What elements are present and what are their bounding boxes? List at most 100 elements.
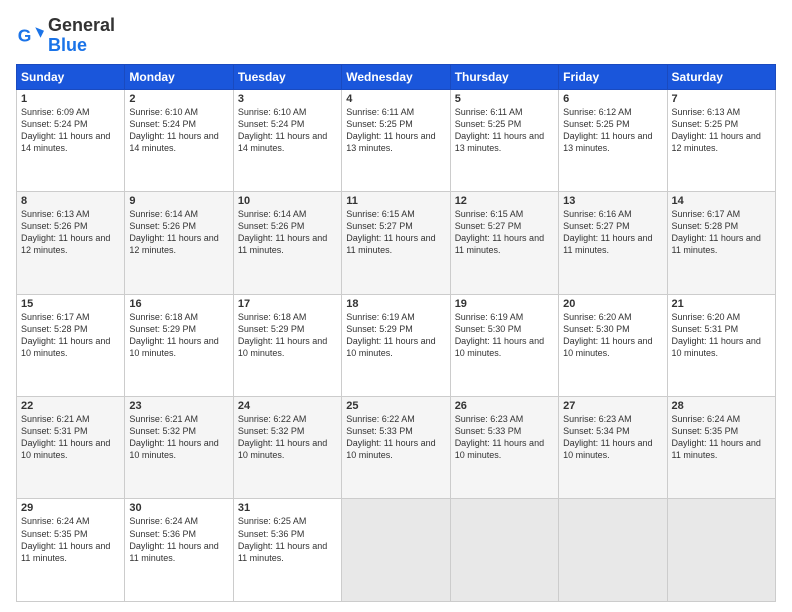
day-info: Sunrise: 6:20 AMSunset: 5:31 PMDaylight:… bbox=[672, 311, 771, 360]
calendar-cell: 23Sunrise: 6:21 AMSunset: 5:32 PMDayligh… bbox=[125, 397, 233, 499]
day-number: 10 bbox=[238, 195, 337, 207]
calendar-day-header: Saturday bbox=[667, 64, 775, 89]
calendar-cell: 10Sunrise: 6:14 AMSunset: 5:26 PMDayligh… bbox=[233, 192, 341, 294]
day-number: 22 bbox=[21, 400, 120, 412]
day-info: Sunrise: 6:22 AMSunset: 5:33 PMDaylight:… bbox=[346, 413, 445, 462]
day-number: 3 bbox=[238, 93, 337, 105]
day-info: Sunrise: 6:15 AMSunset: 5:27 PMDaylight:… bbox=[346, 208, 445, 257]
calendar-day-header: Sunday bbox=[17, 64, 125, 89]
day-info: Sunrise: 6:10 AMSunset: 5:24 PMDaylight:… bbox=[238, 106, 337, 155]
day-number: 17 bbox=[238, 298, 337, 310]
day-number: 13 bbox=[563, 195, 662, 207]
day-info: Sunrise: 6:24 AMSunset: 5:36 PMDaylight:… bbox=[129, 515, 228, 564]
day-number: 31 bbox=[238, 502, 337, 514]
svg-text:G: G bbox=[18, 25, 32, 45]
calendar-cell: 22Sunrise: 6:21 AMSunset: 5:31 PMDayligh… bbox=[17, 397, 125, 499]
day-number: 28 bbox=[672, 400, 771, 412]
day-info: Sunrise: 6:11 AMSunset: 5:25 PMDaylight:… bbox=[346, 106, 445, 155]
day-number: 9 bbox=[129, 195, 228, 207]
calendar-cell: 2Sunrise: 6:10 AMSunset: 5:24 PMDaylight… bbox=[125, 89, 233, 191]
day-info: Sunrise: 6:24 AMSunset: 5:35 PMDaylight:… bbox=[672, 413, 771, 462]
calendar-cell bbox=[559, 499, 667, 602]
day-number: 23 bbox=[129, 400, 228, 412]
day-number: 20 bbox=[563, 298, 662, 310]
day-info: Sunrise: 6:11 AMSunset: 5:25 PMDaylight:… bbox=[455, 106, 554, 155]
calendar-cell: 13Sunrise: 6:16 AMSunset: 5:27 PMDayligh… bbox=[559, 192, 667, 294]
calendar-cell bbox=[342, 499, 450, 602]
calendar-cell bbox=[667, 499, 775, 602]
calendar-body: 1Sunrise: 6:09 AMSunset: 5:24 PMDaylight… bbox=[17, 89, 776, 601]
calendar-cell: 24Sunrise: 6:22 AMSunset: 5:32 PMDayligh… bbox=[233, 397, 341, 499]
day-number: 12 bbox=[455, 195, 554, 207]
day-number: 16 bbox=[129, 298, 228, 310]
day-number: 1 bbox=[21, 93, 120, 105]
day-number: 21 bbox=[672, 298, 771, 310]
day-info: Sunrise: 6:22 AMSunset: 5:32 PMDaylight:… bbox=[238, 413, 337, 462]
day-number: 24 bbox=[238, 400, 337, 412]
day-number: 11 bbox=[346, 195, 445, 207]
calendar-day-header: Monday bbox=[125, 64, 233, 89]
calendar-cell: 1Sunrise: 6:09 AMSunset: 5:24 PMDaylight… bbox=[17, 89, 125, 191]
day-number: 7 bbox=[672, 93, 771, 105]
calendar-cell: 20Sunrise: 6:20 AMSunset: 5:30 PMDayligh… bbox=[559, 294, 667, 396]
calendar-cell: 19Sunrise: 6:19 AMSunset: 5:30 PMDayligh… bbox=[450, 294, 558, 396]
calendar-day-header: Friday bbox=[559, 64, 667, 89]
day-info: Sunrise: 6:24 AMSunset: 5:35 PMDaylight:… bbox=[21, 515, 120, 564]
day-info: Sunrise: 6:13 AMSunset: 5:25 PMDaylight:… bbox=[672, 106, 771, 155]
calendar-cell: 4Sunrise: 6:11 AMSunset: 5:25 PMDaylight… bbox=[342, 89, 450, 191]
day-info: Sunrise: 6:13 AMSunset: 5:26 PMDaylight:… bbox=[21, 208, 120, 257]
day-number: 14 bbox=[672, 195, 771, 207]
day-info: Sunrise: 6:20 AMSunset: 5:30 PMDaylight:… bbox=[563, 311, 662, 360]
calendar-day-header: Thursday bbox=[450, 64, 558, 89]
day-number: 29 bbox=[21, 502, 120, 514]
calendar-cell: 27Sunrise: 6:23 AMSunset: 5:34 PMDayligh… bbox=[559, 397, 667, 499]
day-info: Sunrise: 6:10 AMSunset: 5:24 PMDaylight:… bbox=[129, 106, 228, 155]
calendar-cell: 7Sunrise: 6:13 AMSunset: 5:25 PMDaylight… bbox=[667, 89, 775, 191]
calendar-day-header: Tuesday bbox=[233, 64, 341, 89]
calendar-cell: 11Sunrise: 6:15 AMSunset: 5:27 PMDayligh… bbox=[342, 192, 450, 294]
day-info: Sunrise: 6:14 AMSunset: 5:26 PMDaylight:… bbox=[129, 208, 228, 257]
page: G GeneralBlue SundayMondayTuesdayWednesd… bbox=[0, 0, 792, 612]
calendar: SundayMondayTuesdayWednesdayThursdayFrid… bbox=[16, 64, 776, 602]
calendar-cell: 30Sunrise: 6:24 AMSunset: 5:36 PMDayligh… bbox=[125, 499, 233, 602]
calendar-cell: 6Sunrise: 6:12 AMSunset: 5:25 PMDaylight… bbox=[559, 89, 667, 191]
header: G GeneralBlue bbox=[16, 16, 776, 56]
calendar-cell: 17Sunrise: 6:18 AMSunset: 5:29 PMDayligh… bbox=[233, 294, 341, 396]
day-number: 26 bbox=[455, 400, 554, 412]
calendar-cell: 18Sunrise: 6:19 AMSunset: 5:29 PMDayligh… bbox=[342, 294, 450, 396]
calendar-cell bbox=[450, 499, 558, 602]
logo: G GeneralBlue bbox=[16, 16, 115, 56]
calendar-week-row: 8Sunrise: 6:13 AMSunset: 5:26 PMDaylight… bbox=[17, 192, 776, 294]
calendar-cell: 15Sunrise: 6:17 AMSunset: 5:28 PMDayligh… bbox=[17, 294, 125, 396]
day-info: Sunrise: 6:23 AMSunset: 5:33 PMDaylight:… bbox=[455, 413, 554, 462]
calendar-cell: 8Sunrise: 6:13 AMSunset: 5:26 PMDaylight… bbox=[17, 192, 125, 294]
day-info: Sunrise: 6:14 AMSunset: 5:26 PMDaylight:… bbox=[238, 208, 337, 257]
day-number: 19 bbox=[455, 298, 554, 310]
calendar-week-row: 29Sunrise: 6:24 AMSunset: 5:35 PMDayligh… bbox=[17, 499, 776, 602]
calendar-cell: 12Sunrise: 6:15 AMSunset: 5:27 PMDayligh… bbox=[450, 192, 558, 294]
day-info: Sunrise: 6:16 AMSunset: 5:27 PMDaylight:… bbox=[563, 208, 662, 257]
day-info: Sunrise: 6:25 AMSunset: 5:36 PMDaylight:… bbox=[238, 515, 337, 564]
day-info: Sunrise: 6:19 AMSunset: 5:29 PMDaylight:… bbox=[346, 311, 445, 360]
calendar-cell: 5Sunrise: 6:11 AMSunset: 5:25 PMDaylight… bbox=[450, 89, 558, 191]
day-info: Sunrise: 6:18 AMSunset: 5:29 PMDaylight:… bbox=[238, 311, 337, 360]
day-info: Sunrise: 6:21 AMSunset: 5:32 PMDaylight:… bbox=[129, 413, 228, 462]
day-number: 2 bbox=[129, 93, 228, 105]
day-number: 4 bbox=[346, 93, 445, 105]
calendar-cell: 29Sunrise: 6:24 AMSunset: 5:35 PMDayligh… bbox=[17, 499, 125, 602]
day-number: 18 bbox=[346, 298, 445, 310]
calendar-cell: 21Sunrise: 6:20 AMSunset: 5:31 PMDayligh… bbox=[667, 294, 775, 396]
calendar-cell: 31Sunrise: 6:25 AMSunset: 5:36 PMDayligh… bbox=[233, 499, 341, 602]
day-info: Sunrise: 6:23 AMSunset: 5:34 PMDaylight:… bbox=[563, 413, 662, 462]
calendar-cell: 25Sunrise: 6:22 AMSunset: 5:33 PMDayligh… bbox=[342, 397, 450, 499]
calendar-cell: 28Sunrise: 6:24 AMSunset: 5:35 PMDayligh… bbox=[667, 397, 775, 499]
calendar-cell: 16Sunrise: 6:18 AMSunset: 5:29 PMDayligh… bbox=[125, 294, 233, 396]
calendar-week-row: 1Sunrise: 6:09 AMSunset: 5:24 PMDaylight… bbox=[17, 89, 776, 191]
day-number: 30 bbox=[129, 502, 228, 514]
calendar-week-row: 22Sunrise: 6:21 AMSunset: 5:31 PMDayligh… bbox=[17, 397, 776, 499]
logo-icon: G bbox=[16, 22, 44, 50]
day-number: 6 bbox=[563, 93, 662, 105]
calendar-cell: 14Sunrise: 6:17 AMSunset: 5:28 PMDayligh… bbox=[667, 192, 775, 294]
day-number: 27 bbox=[563, 400, 662, 412]
day-info: Sunrise: 6:17 AMSunset: 5:28 PMDaylight:… bbox=[21, 311, 120, 360]
